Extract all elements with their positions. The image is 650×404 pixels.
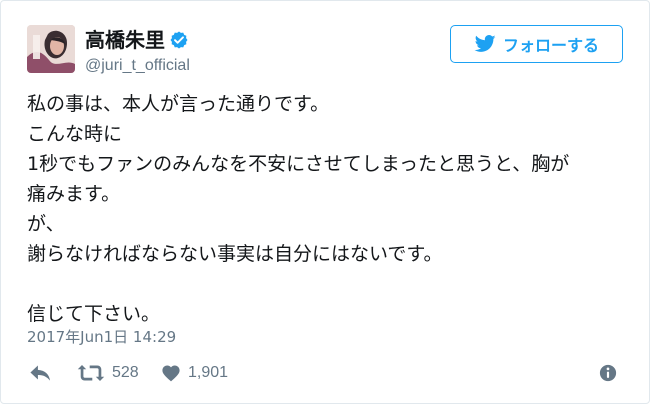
tweet-timestamp[interactable]: 2017年Jun1日 14:29 <box>27 327 176 347</box>
tweet-line: 信じて下さい。 <box>27 303 161 325</box>
verified-badge-icon <box>170 31 188 49</box>
tweet-line: 痛みます。 <box>27 183 121 205</box>
tweet-actions: 528 1,901 <box>27 361 623 385</box>
like-button[interactable]: 1,901 <box>161 361 228 385</box>
retweet-button[interactable]: 528 <box>77 361 139 385</box>
tweet-line: 私の事は、本人が言った通りです。 <box>27 93 330 115</box>
tweet-text: 私の事は、本人が言った通りです。 こんな時に 1秒でもファンのみんなを不安にさせ… <box>27 89 627 329</box>
tweet-line: こんな時に <box>27 123 123 145</box>
tweet-card: 高橋朱里 @juri_t_official フォローする 私の事は、本人が言った… <box>0 0 650 404</box>
reply-button[interactable] <box>29 361 52 385</box>
follow-button-label: フォローする <box>502 36 599 55</box>
retweet-count: 528 <box>112 364 139 381</box>
tweet-line: が、 <box>27 213 65 235</box>
tweet-line-empty <box>27 269 627 299</box>
info-icon <box>599 364 617 382</box>
tweet-line: 謝らなければならない事実は自分にはないです。 <box>27 243 443 265</box>
username[interactable]: @juri_t_official <box>85 56 190 76</box>
info-button[interactable] <box>599 361 617 385</box>
avatar[interactable] <box>27 25 75 73</box>
tweet-line: 1秒でもファンのみんなを不安にさせてしまったと思うと、胸が <box>27 153 570 175</box>
display-name[interactable]: 高橋朱里 <box>85 26 165 54</box>
twitter-bird-icon <box>474 35 496 52</box>
tweet-header: 高橋朱里 @juri_t_official フォローする <box>27 25 623 77</box>
heart-icon <box>162 365 180 382</box>
display-name-row: 高橋朱里 <box>85 26 190 54</box>
profile-photo-icon <box>27 25 75 73</box>
reply-icon <box>30 365 51 381</box>
like-count: 1,901 <box>188 364 229 381</box>
follow-button[interactable]: フォローする <box>450 25 623 63</box>
retweet-icon <box>77 365 105 381</box>
user-names: 高橋朱里 @juri_t_official <box>85 26 190 76</box>
